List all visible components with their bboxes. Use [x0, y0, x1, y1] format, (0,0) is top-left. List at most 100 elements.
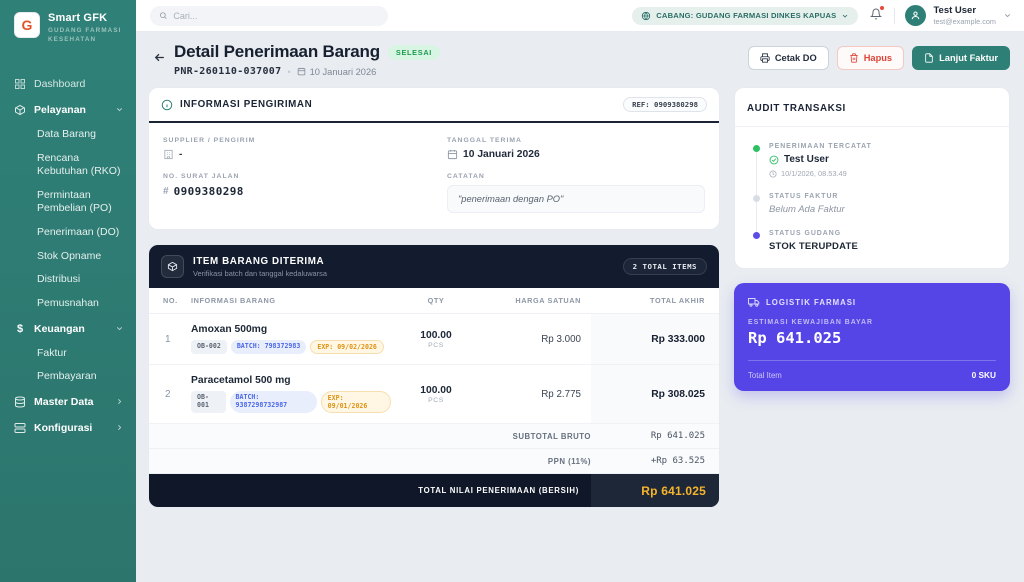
- user-menu[interactable]: Test User test@example.com: [905, 5, 1012, 26]
- truck-icon: [748, 296, 760, 308]
- unit-price: Rp 2.775: [481, 365, 591, 423]
- calendar-icon: [447, 149, 458, 160]
- user-icon: [910, 10, 921, 21]
- faktur-status: Belum Ada Faktur: [769, 204, 997, 215]
- page-title: Detail Penerimaan Barang: [174, 42, 380, 62]
- print-do-button[interactable]: Cetak DO: [748, 46, 829, 70]
- item-name: Paracetamol 500 mg: [191, 375, 291, 386]
- calendar-icon: [297, 67, 306, 76]
- pelayanan-submenu: Data Barang Rencana Kebutuhan (RKO) Perm…: [0, 123, 136, 316]
- timeline-dot-green: [753, 145, 760, 152]
- sidebar-group-keuangan[interactable]: $ Keuangan: [0, 316, 136, 342]
- audit-card-title: AUDIT TRANSAKSI: [747, 103, 846, 114]
- chevron-down-icon: [115, 324, 124, 333]
- trash-icon: [849, 53, 859, 63]
- grand-total-label: TOTAL NILAI PENERIMAAN (BERSIH): [418, 486, 579, 495]
- unit-price: Rp 3.000: [481, 314, 591, 364]
- audit-step-faktur: STATUS FAKTUR Belum Ada Faktur: [753, 193, 997, 215]
- database-icon: [14, 396, 26, 408]
- chevron-right-icon: [115, 423, 124, 432]
- globe-icon: [641, 11, 651, 21]
- back-button[interactable]: [148, 46, 170, 68]
- grand-total-bar: TOTAL NILAI PENERIMAAN (BERSIH) Rp 641.0…: [149, 474, 719, 507]
- sidebar-item-pembayaran[interactable]: Pembayaran: [0, 365, 136, 389]
- user-email: test@example.com: [933, 17, 996, 26]
- subtotal-row: SUBTOTAL BRUTO Rp 641.025: [149, 424, 719, 449]
- sidebar-item-po[interactable]: Permintaan Pembelian (PO): [0, 184, 136, 221]
- sidebar-group-pelayanan[interactable]: Pelayanan: [0, 97, 136, 123]
- clock-icon: [769, 170, 777, 178]
- topbar: CABANG: GUDANG FARMASI DINKES KAPUAS Tes…: [136, 0, 1024, 32]
- avatar: [905, 5, 926, 26]
- sidebar-item-faktur[interactable]: Faktur: [0, 342, 136, 366]
- audit-step-gudang: STATUS GUDANG STOK TERUPDATE: [753, 230, 997, 252]
- package-icon: [161, 255, 184, 278]
- main-area: CABANG: GUDANG FARMASI DINKES KAPUAS Tes…: [136, 0, 1024, 582]
- sidebar-nav: Dashboard Pelayanan Data Barang Rencana …: [0, 55, 136, 441]
- page-actions: Cetak DO Hapus Lanjut Faktur: [748, 46, 1010, 70]
- dashboard-grid-icon: [14, 78, 26, 90]
- payable-label: ESTIMASI KEWAJIBAN BAYAR: [748, 319, 996, 326]
- sidebar-item-pemusnahan[interactable]: Pemusnahan: [0, 292, 136, 316]
- delete-button[interactable]: Hapus: [837, 46, 904, 70]
- logistics-title: LOGISTIK FARMASI: [766, 298, 856, 307]
- item-name: Amoxan 500mg: [191, 324, 267, 335]
- brand-title: Smart GFK: [48, 12, 121, 24]
- brand-subtitle: GUDANG FARMASI KESEHATAN: [48, 26, 121, 45]
- server-icon: [14, 422, 26, 434]
- qty-value: 100.00: [420, 385, 452, 396]
- item-code-badge: OB-001: [191, 391, 226, 413]
- ppn-value: +Rp 63.525: [591, 456, 719, 466]
- tanggal-terima-value: 10 Januari 2026: [463, 149, 540, 160]
- row-total: Rp 308.025: [591, 365, 719, 423]
- shipment-info-card: INFORMASI PENGIRIMAN REF: 0909380298 SUP…: [148, 87, 720, 230]
- audit-card: AUDIT TRANSAKSI PENERIMAAN TERCATAT Test…: [734, 87, 1010, 269]
- user-name: Test User: [933, 5, 996, 16]
- document-date: 10 Januari 2026: [297, 67, 377, 77]
- audit-user: Test User: [784, 154, 829, 165]
- brand-logo-icon: G: [14, 12, 40, 38]
- notifications-button[interactable]: [868, 5, 884, 27]
- sidebar-item-penerimaan-do[interactable]: Penerimaan (DO): [0, 221, 136, 245]
- expiry-badge: EXP: 09/02/2026: [310, 340, 384, 354]
- row-number: 2: [149, 365, 191, 423]
- items-card-title: ITEM BARANG DITERIMA: [193, 256, 327, 267]
- check-circle-icon: [769, 155, 779, 165]
- building-icon: [163, 149, 174, 160]
- field-catatan: CATATAN "penerimaan dengan PO": [447, 173, 705, 213]
- surat-jalan-value: 0909380298: [174, 185, 244, 198]
- page-header: Detail Penerimaan Barang SELESAI PNR-260…: [148, 42, 1010, 77]
- sidebar-group-master-data[interactable]: Master Data: [0, 389, 136, 415]
- sidebar-item-stok-opname[interactable]: Stok Opname: [0, 245, 136, 269]
- supplier-value: -: [179, 149, 182, 160]
- continue-invoice-button[interactable]: Lanjut Faktur: [912, 46, 1010, 70]
- branch-selector[interactable]: CABANG: GUDANG FARMASI DINKES KAPUAS: [632, 7, 858, 25]
- audit-timestamp: 10/1/2026, 08.53.49: [781, 169, 847, 178]
- dollar-icon: $: [14, 323, 26, 335]
- sidebar-item-rko[interactable]: Rencana Kebutuhan (RKO): [0, 147, 136, 184]
- row-total: Rp 333.000: [591, 314, 719, 364]
- dot-separator: •: [287, 67, 290, 77]
- qty-unit: PCS: [428, 397, 444, 404]
- sidebar-group-konfigurasi[interactable]: Konfigurasi: [0, 415, 136, 441]
- sidebar-item-data-barang[interactable]: Data Barang: [0, 123, 136, 147]
- batch-badge: BATCH: 9387298732987: [230, 391, 317, 413]
- search-box[interactable]: [150, 6, 388, 26]
- status-badge: SELESAI: [388, 45, 440, 60]
- arrow-left-icon: [153, 51, 166, 64]
- item-code-badge: OB-002: [191, 340, 227, 354]
- logistics-card: LOGISTIK FARMASI ESTIMASI KEWAJIBAN BAYA…: [734, 283, 1010, 391]
- chevron-right-icon: [115, 397, 124, 406]
- total-items-badge: 2 TOTAL ITEMS: [623, 258, 707, 275]
- field-surat-jalan: NO. SURAT JALAN # 0909380298: [163, 173, 421, 213]
- expiry-badge: EXP: 09/01/2026: [321, 391, 391, 413]
- page-content: Detail Penerimaan Barang SELESAI PNR-260…: [136, 32, 1024, 582]
- sidebar-item-dashboard[interactable]: Dashboard: [0, 71, 136, 97]
- sidebar-item-distribusi[interactable]: Distribusi: [0, 268, 136, 292]
- search-input[interactable]: [173, 11, 379, 21]
- row-number: 1: [149, 314, 191, 364]
- info-icon: [161, 99, 173, 111]
- audit-step-penerimaan: PENERIMAAN TERCATAT Test User 10/1/2026,…: [753, 143, 997, 178]
- payable-amount: Rp 641.025: [748, 329, 996, 347]
- app-window: G Smart GFK GUDANG FARMASI KESEHATAN Das…: [0, 0, 1024, 582]
